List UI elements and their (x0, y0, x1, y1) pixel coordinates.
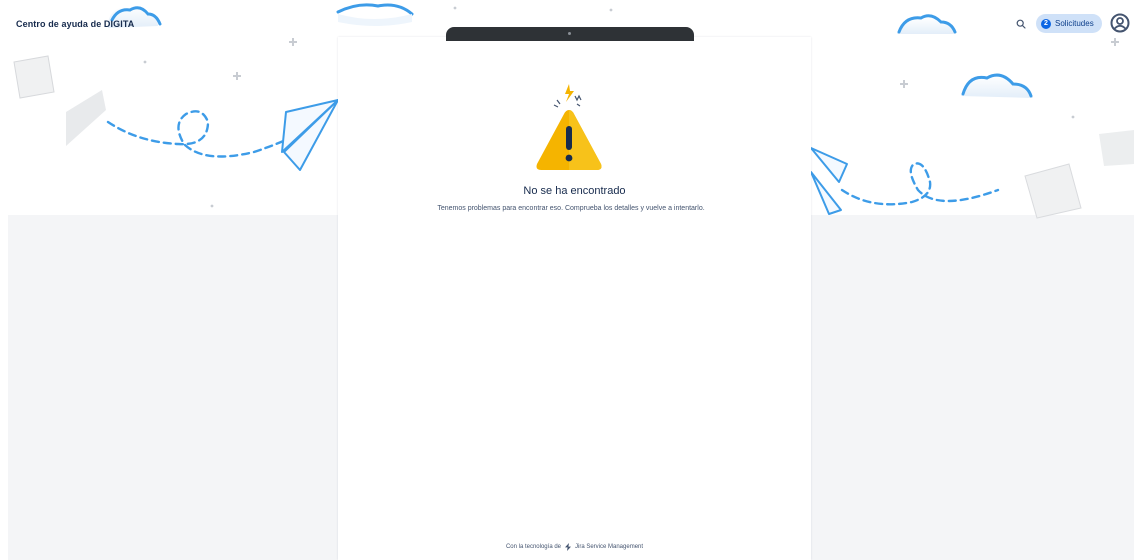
paper-plane-icon (810, 147, 848, 215)
cloud-icon (961, 73, 1033, 98)
requests-count-badge: 2 (1041, 18, 1051, 29)
warning-icon (536, 84, 602, 170)
footer-product-link[interactable]: Jira Service Management (575, 544, 643, 550)
error-description: Tenemos problemas para encontrar eso. Co… (437, 205, 705, 212)
jira-logo-icon (565, 543, 571, 551)
search-button[interactable] (1011, 14, 1031, 34)
tablet-frame (446, 27, 694, 41)
footer-prefix: Con la tecnología de (505, 544, 561, 550)
paper-sheet-icon (13, 55, 106, 146)
error-title: No se ha encontrado (523, 185, 626, 197)
site-title[interactable]: Centro de ayuda de DIGITA (16, 19, 134, 29)
camera-dot (568, 32, 571, 35)
requests-button[interactable]: 2 Solicitudes (1036, 14, 1102, 33)
requests-label: Solicitudes (1055, 19, 1094, 28)
user-avatar-button[interactable] (1110, 13, 1130, 33)
flight-path (840, 162, 1000, 206)
powered-by-footer: Con la tecnología de Jira Service Manage… (338, 543, 811, 551)
user-avatar-icon (1110, 13, 1130, 33)
cloud-icon (897, 14, 957, 34)
cloud-icon (336, 3, 414, 26)
flight-path (106, 110, 304, 158)
paper-sheet-icon (1024, 130, 1134, 219)
paper-plane-icon (281, 99, 339, 171)
search-icon (1016, 19, 1026, 29)
